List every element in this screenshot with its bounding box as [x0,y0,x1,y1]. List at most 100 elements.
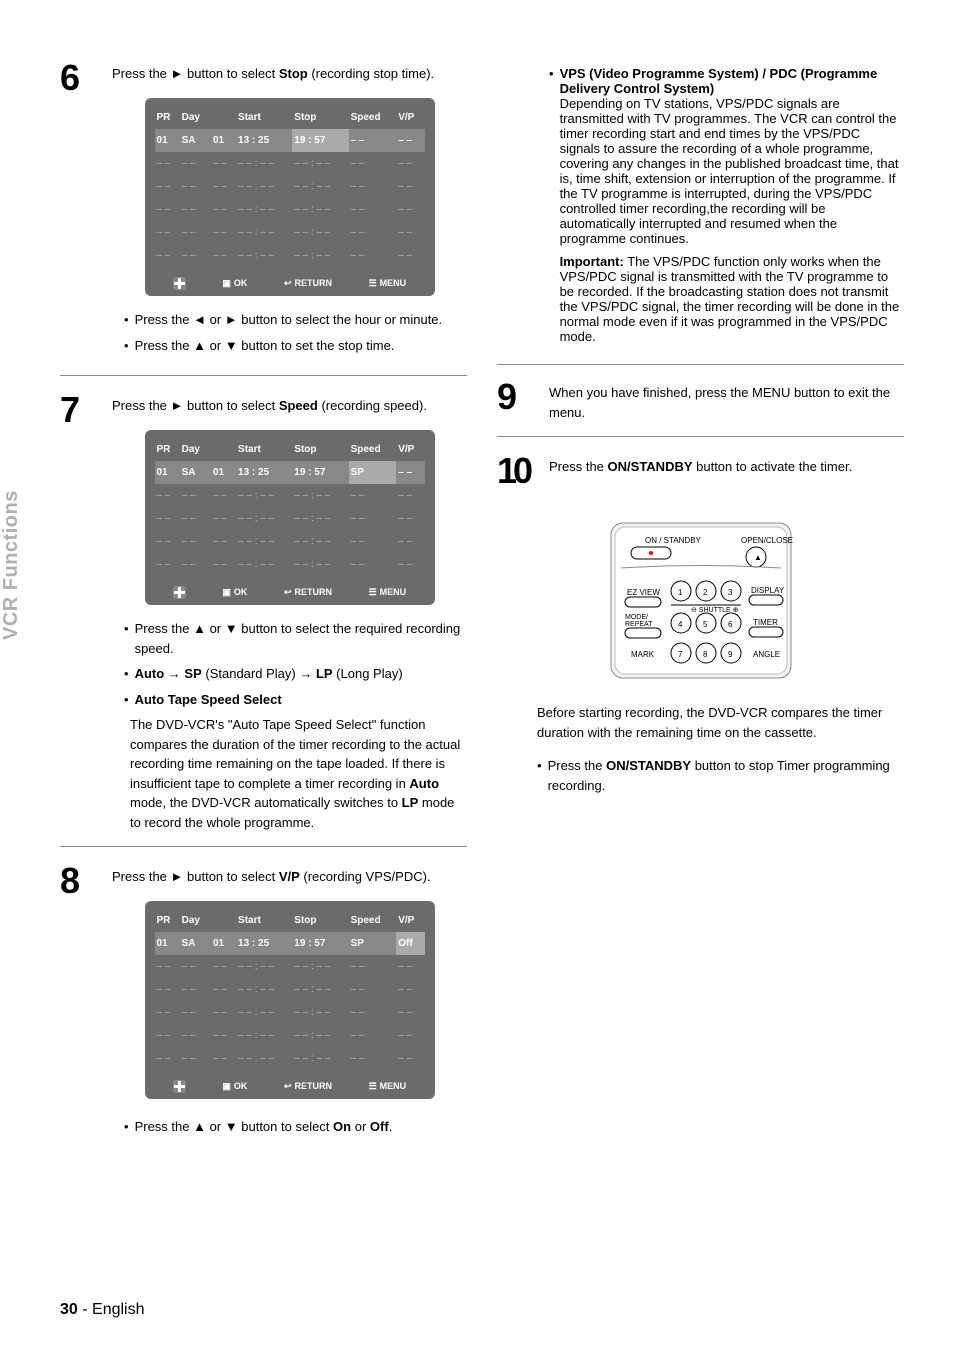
osd-header [211,106,236,129]
label-mode: MODE/ [625,614,648,621]
svg-text:5: 5 [703,620,708,629]
right-icon: ► [171,398,184,413]
right-icon: ► [171,869,184,884]
footer-menu: ☰ MENU [369,277,407,291]
label-standby: ON / STANDBY [645,536,702,545]
svg-text:6: 6 [728,620,733,629]
text: Press the ▲ or ▼ button to select On or … [135,1117,393,1137]
osd-row-selected: 01 SA 01 13 : 25 19 : 57 – – – – [155,129,425,152]
step-number: 10 [497,453,537,489]
bullet-icon [124,690,129,710]
text: Press the [112,398,171,413]
osd-row-selected: 01SA0113 : 2519 : 57SPOff [155,932,425,955]
osd-header: Speed [349,106,397,129]
bullet-icon [124,336,129,356]
osd-panel-speed: PRDayStartStopSpeedV/P 01SA0113 : 2519 :… [145,430,435,606]
text: button to select [183,398,278,413]
step-9: 9 When you have finished, press the MENU… [497,379,904,437]
bullet-icon [124,619,129,658]
cell: – – [396,129,424,152]
joystick-icon [173,586,186,599]
label-openclose: OPEN/CLOSE [741,536,793,545]
vps-pdc-body: Depending on TV stations, VPS/PDC signal… [560,96,899,246]
label-angle: ANGLE [753,650,780,659]
osd-header: V/P [396,106,424,129]
text: Press the ▲ or ▼ button to set the stop … [135,336,395,356]
step-number: 7 [60,392,100,832]
text: When you have finished, press the MENU b… [549,379,904,422]
osd-panel-stop: PR Day Start Stop Speed V/P 01 SA [145,98,435,297]
text: (recording VPS/PDC). [300,869,431,884]
label-timer: TIMER [753,618,778,627]
osd-row-selected: 01SA0113 : 2519 : 57SP– – [155,461,425,484]
text: Press the [112,66,171,81]
step-8: 8 Press the ► button to select V/P (reco… [60,863,467,1143]
svg-text:REPEAT: REPEAT [625,621,653,628]
joystick-icon [173,277,186,290]
text: button to select [183,869,278,884]
section-tab: VCR Functions [0,490,23,640]
text: (recording stop time). [308,66,434,81]
remote-illustration: ON / STANDBY OPEN/CLOSE ▲ 1 2 3 EZ VIEW … [591,513,811,683]
text: Auto Tape Speed Select [135,690,282,710]
svg-text:2: 2 [703,588,708,597]
important-label: Important: [560,254,624,269]
svg-text:8: 8 [703,650,708,659]
osd-row: – –– –– –– – : – –– – : – –– –– – [155,244,425,267]
text: Press the [112,869,171,884]
bold-speed: Speed [279,398,318,413]
bold-vp: V/P [279,869,300,884]
osd-header: Start [236,106,292,129]
osd-panel-vp: PRDayStartStopSpeedV/P 01SA0113 : 2519 :… [145,901,435,1100]
step-6: 6 Press the ► button to select Stop (rec… [60,60,467,376]
auto-tape-desc: The DVD-VCR's "Auto Tape Speed Select" f… [112,715,467,832]
page-footer: 30 - English [60,1301,145,1319]
osd-header: Day [180,106,211,129]
bullet-icon [124,310,129,330]
text: Auto → SP (Standard Play) → LP (Long Pla… [135,664,403,684]
osd-row: – –– –– –– – : – –– – : – –– –– – [155,221,425,244]
left-column: 6 Press the ► button to select Stop (rec… [60,60,467,1159]
svg-text:1: 1 [678,588,683,597]
right-column: VPS (Video Programme System) / PDC (Prog… [497,60,904,1159]
label-mark: MARK [631,650,655,659]
bullet-icon [124,664,129,684]
osd-header: PR [155,106,180,129]
svg-text:▲: ▲ [754,553,762,562]
bullet-icon [549,66,554,344]
osd-row: – –– –– –– – : – –– – : – –– –– – [155,152,425,175]
text: Press the ◄ or ► button to select the ho… [135,310,443,330]
label-ezview: EZ VIEW [627,588,660,597]
right-icon: ► [171,66,184,81]
footer-return: ↩ RETURN [284,277,332,291]
label-display: DISPLAY [751,586,785,595]
footer-ok: ▣ OK [222,277,247,291]
step-number: 9 [497,379,537,422]
cell: SA [180,129,211,152]
step-10: 10 Press the ON/STANDBY button to activa… [497,453,904,499]
svg-text:4: 4 [678,620,683,629]
text: Press the ON/STANDBY button to stop Time… [548,756,904,795]
step-number: 8 [60,863,100,1143]
osd-row: – –– –– –– – : – –– – : – –– –– – [155,175,425,198]
before-recording-text: Before starting recording, the DVD-VCR c… [537,703,904,742]
text: button to activate the timer. [693,459,853,474]
osd-row: – –– –– –– – : – –– – : – –– –– – [155,198,425,221]
cell-highlight: 19 : 57 [292,129,348,152]
cell: 01 [155,129,180,152]
joystick-icon [173,1080,186,1093]
cell: 01 [211,129,236,152]
vps-pdc-heading: VPS (Video Programme System) / PDC (Prog… [560,66,878,96]
svg-text:7: 7 [678,650,683,659]
cell: – – [349,129,397,152]
text: button to select [183,66,278,81]
cell: 13 : 25 [236,129,292,152]
svg-text:9: 9 [728,650,733,659]
bullet-icon [124,1117,129,1137]
vps-pdc-block: VPS (Video Programme System) / PDC (Prog… [497,66,904,365]
text: Press the [549,459,608,474]
bullet-icon [537,756,542,795]
text: Press the ▲ or ▼ button to select the re… [135,619,467,658]
step-number: 6 [60,60,100,361]
bold-standby: ON/STANDBY [608,459,693,474]
